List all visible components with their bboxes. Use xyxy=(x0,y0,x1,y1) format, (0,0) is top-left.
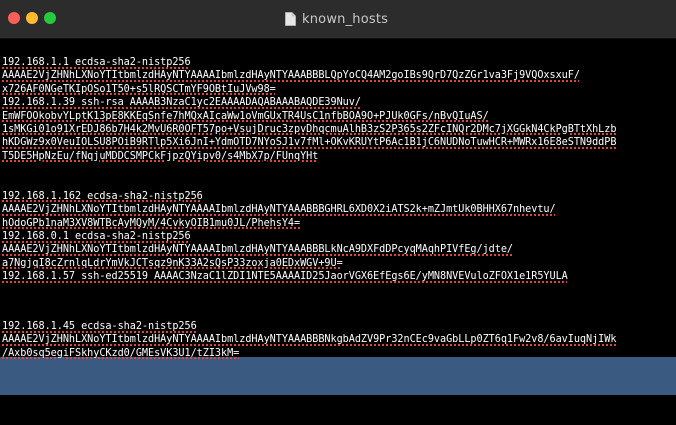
title-bar[interactable]: known_hosts xyxy=(0,0,676,39)
text-line[interactable]: hKDGWz9x0VeuIOLSU8POiB9RTlp5Xi6JnI+YdmOT… xyxy=(2,136,676,149)
text-line[interactable]: AAAAE2VjZHNhLXNoYTItbmlzdHAyNTYAAAAIbmlz… xyxy=(2,69,676,82)
text-line[interactable]: a7NgjqI8cZrnlqLdrYmVkJCTsqz9nK33A2sQsP33… xyxy=(2,257,676,270)
text-line[interactable]: 1sMKGi01o91XrEDJ86b7H4k2MvU6R0OFT57po+Vs… xyxy=(2,123,676,136)
text-line[interactable]: EmWFOOkobvYLptK13pE8KKEqSnfe7hMQxAIcaWw1… xyxy=(2,110,676,123)
text-line[interactable]: 192.168.1.162 ecdsa-sha2-nistp256 xyxy=(2,190,676,203)
text-line[interactable]: 192.168.1.1 ecdsa-sha2-nistp256 xyxy=(2,56,676,69)
selected-text-line[interactable]: /Axb0sq5egiFSkhyCKzd0/GMEsVK3U1/tZI3kM= xyxy=(2,347,676,360)
selected-lines: 192.168.1.45 ecdsa-sha2-nistp256 AAAAE2V… xyxy=(2,320,676,360)
window-title-group: known_hosts xyxy=(285,10,388,28)
text-line[interactable]: 192.168.0.1 ecdsa-sha2-nistp256 xyxy=(2,230,676,243)
document-icon xyxy=(285,12,296,26)
window-title: known_hosts xyxy=(302,11,389,27)
zoom-window-button[interactable] xyxy=(44,12,56,24)
selected-text-line[interactable]: 192.168.1.45 ecdsa-sha2-nistp256 xyxy=(2,320,676,333)
selected-text-line[interactable]: AAAAE2VjZHNhLXNoYTItbmlzdHAyNTYAAAAIbmlz… xyxy=(2,333,676,346)
text-line[interactable]: AAAAE2VjZHNhLXNoYTItbmlzdHAyNTYAAAAIbmlz… xyxy=(2,203,676,216)
text-line[interactable] xyxy=(2,163,676,176)
text-line[interactable] xyxy=(2,284,676,297)
text-line[interactable]: 192.168.1.39 ssh-rsa AAAAB3NzaC1yc2EAAAA… xyxy=(2,96,676,109)
document-lines: 192.168.1.1 ecdsa-sha2-nistp256 AAAAE2Vj… xyxy=(2,56,676,324)
text-line[interactable] xyxy=(2,177,676,190)
selection-highlight xyxy=(0,357,676,395)
minimize-window-button[interactable] xyxy=(26,12,38,24)
text-line[interactable]: hOdoGPb1naM3XV8WTBcAyMQyM/4CvkyOIB1mu0JL… xyxy=(2,217,676,230)
text-line[interactable] xyxy=(2,297,676,310)
text-line[interactable]: T5DE5HpNzEu/fNqjuMDDCSMPCkFjpzQYipv0/s4M… xyxy=(2,150,676,163)
text-editor-window: known_hosts 192.168.1.1 ecdsa-sha2-nistp… xyxy=(0,0,676,425)
close-window-button[interactable] xyxy=(8,12,20,24)
document-text-area[interactable]: 192.168.1.1 ecdsa-sha2-nistp256 AAAAE2Vj… xyxy=(0,39,676,425)
text-line[interactable]: AAAAE2VjZHNhLXNoYTItbmlzdHAyNTYAAAAIbmlz… xyxy=(2,243,676,256)
text-line[interactable]: x726AF0NGeTKIpOSo1T50+s5lRQSCTmYF9OBtIuJ… xyxy=(2,83,676,96)
text-line[interactable]: 192.168.1.57 ssh-ed25519 AAAAC3NzaC1lZDI… xyxy=(2,270,676,283)
